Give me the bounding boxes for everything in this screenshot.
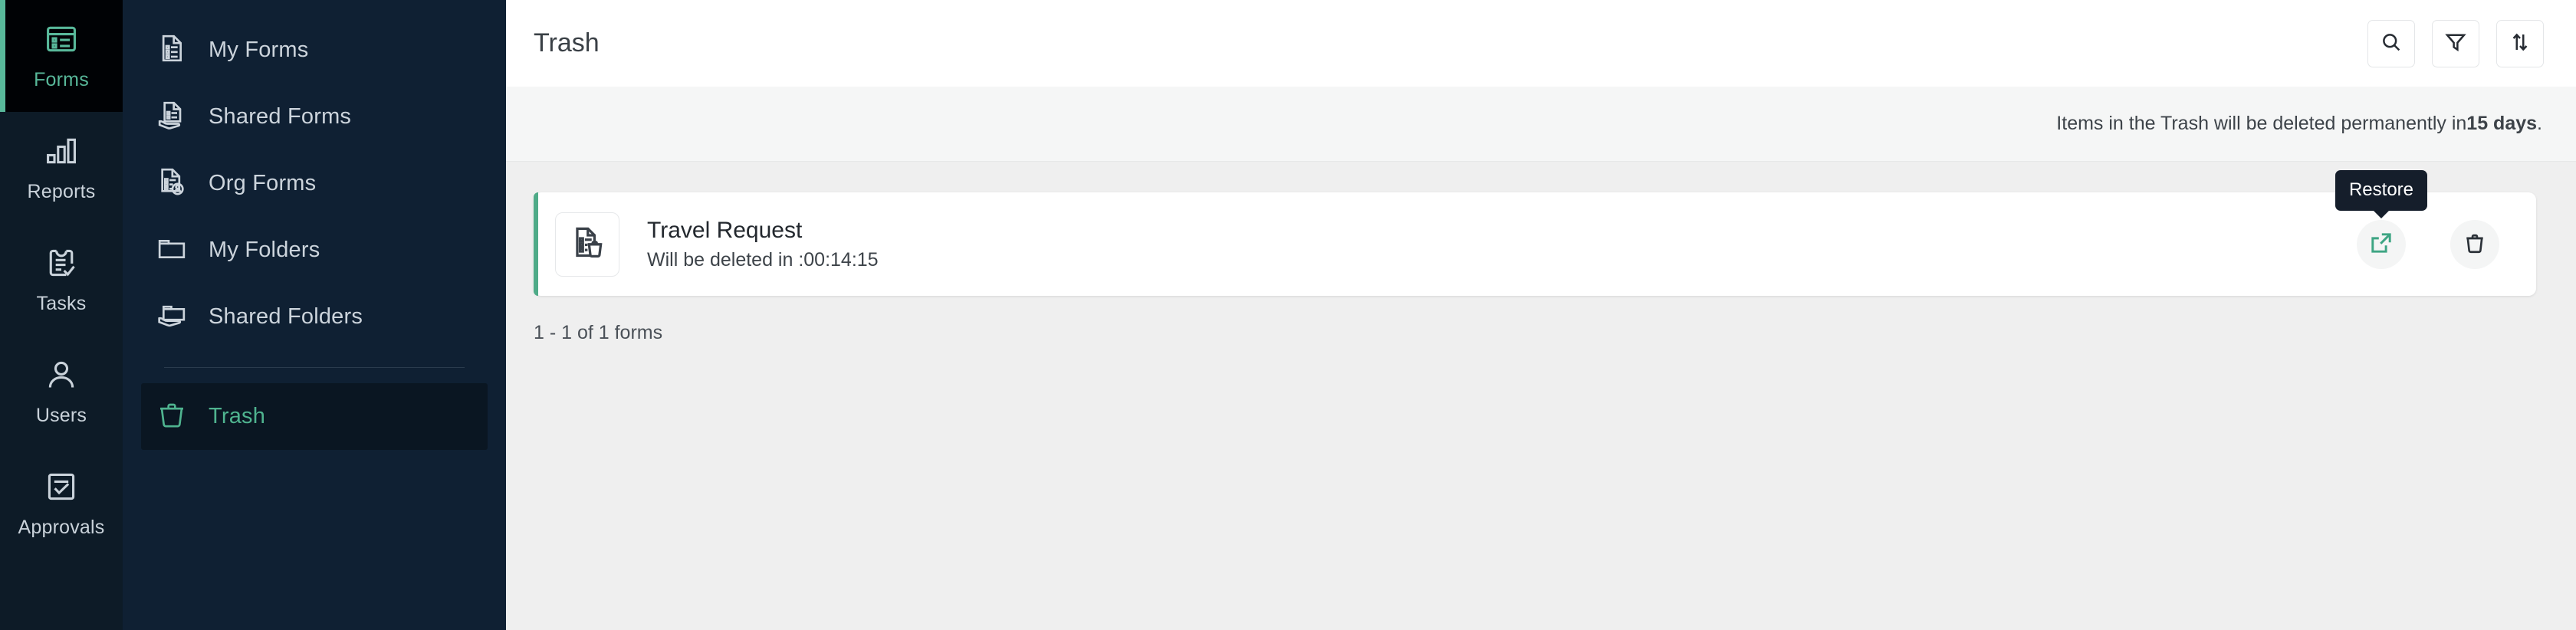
form-thumbnail xyxy=(555,212,619,277)
filter-button[interactable] xyxy=(2432,19,2479,67)
delete-icon xyxy=(2463,231,2487,258)
sort-icon xyxy=(2509,31,2532,56)
document-trash-icon xyxy=(570,225,605,264)
rail-item-forms[interactable]: Forms xyxy=(0,0,123,112)
search-icon xyxy=(2380,31,2403,56)
list-item[interactable]: Travel Request Will be deleted in :00:14… xyxy=(534,169,2536,296)
row-actions: Restore xyxy=(2334,169,2499,269)
sidebar-item-my-forms[interactable]: My Forms xyxy=(141,17,488,84)
delete-permanently-button[interactable] xyxy=(2450,219,2499,269)
search-button[interactable] xyxy=(2367,19,2415,67)
form-info: Travel Request Will be deleted in :00:14… xyxy=(647,218,879,271)
secondary-sidebar: My Forms Shared Forms Org Forms My Folde… xyxy=(123,0,506,630)
sidebar-item-org-forms[interactable]: Org Forms xyxy=(141,150,488,217)
main-area: Trash Items in the Trash will be deleted… xyxy=(506,0,2576,630)
sidebar-item-trash[interactable]: Trash xyxy=(141,383,488,450)
document-user-icon xyxy=(156,166,187,201)
rail-item-label: Forms xyxy=(34,69,89,90)
rail-item-approvals[interactable]: Approvals xyxy=(0,448,123,559)
toolbar xyxy=(2367,19,2544,67)
rail-item-label: Users xyxy=(35,405,87,426)
shared-document-icon xyxy=(156,100,187,134)
approvals-icon xyxy=(44,470,78,507)
notice-highlight: 15 days xyxy=(2466,113,2538,134)
notice-text-after: . xyxy=(2537,113,2542,134)
sidebar-item-label: My Forms xyxy=(209,38,309,62)
sidebar-item-label: My Folders xyxy=(209,238,320,262)
rail-item-tasks[interactable]: Tasks xyxy=(0,224,123,336)
pagination-summary: 1 - 1 of 1 forms xyxy=(534,322,663,343)
notice-text-before: Items in the Trash will be deleted perma… xyxy=(2056,113,2467,134)
restore-button[interactable]: Restore xyxy=(2334,169,2428,269)
sidebar-item-label: Org Forms xyxy=(209,171,317,195)
restore-tooltip: Restore xyxy=(2334,169,2428,211)
rail-item-reports[interactable]: Reports xyxy=(0,112,123,224)
rail-item-users[interactable]: Users xyxy=(0,336,123,448)
content-area: Travel Request Will be deleted in :00:14… xyxy=(506,162,2576,630)
sidebar-divider xyxy=(164,367,465,368)
rail-item-label: Approvals xyxy=(18,517,105,538)
trash-retention-notice: Items in the Trash will be deleted perma… xyxy=(506,87,2576,162)
rail-item-label: Reports xyxy=(27,181,96,202)
app-root: Forms Reports Tasks Users Approvals My F… xyxy=(0,0,2576,630)
sort-button[interactable] xyxy=(2496,19,2544,67)
trash-icon xyxy=(156,399,187,434)
shared-folder-icon xyxy=(156,300,187,334)
forms-icon xyxy=(44,22,78,60)
primary-rail: Forms Reports Tasks Users Approvals xyxy=(0,0,123,630)
restore-icon xyxy=(2369,231,2394,258)
form-title: Travel Request xyxy=(647,217,803,243)
sidebar-item-label: Shared Forms xyxy=(209,104,352,129)
folder-icon xyxy=(156,233,187,267)
document-list-icon xyxy=(156,33,187,67)
tasks-icon xyxy=(44,246,78,284)
sidebar-item-label: Shared Folders xyxy=(209,304,363,329)
page-title: Trash xyxy=(534,28,600,57)
rail-item-label: Tasks xyxy=(36,293,87,314)
filter-icon xyxy=(2444,31,2467,56)
users-icon xyxy=(44,358,78,395)
sidebar-item-label: Trash xyxy=(209,404,266,428)
sidebar-item-shared-forms[interactable]: Shared Forms xyxy=(141,84,488,150)
reports-icon xyxy=(44,134,78,172)
sidebar-item-shared-folders[interactable]: Shared Folders xyxy=(141,284,488,350)
sidebar-item-my-folders[interactable]: My Folders xyxy=(141,217,488,284)
top-bar: Trash xyxy=(506,0,2576,87)
form-deletion-countdown: Will be deleted in :00:14:15 xyxy=(647,249,879,271)
